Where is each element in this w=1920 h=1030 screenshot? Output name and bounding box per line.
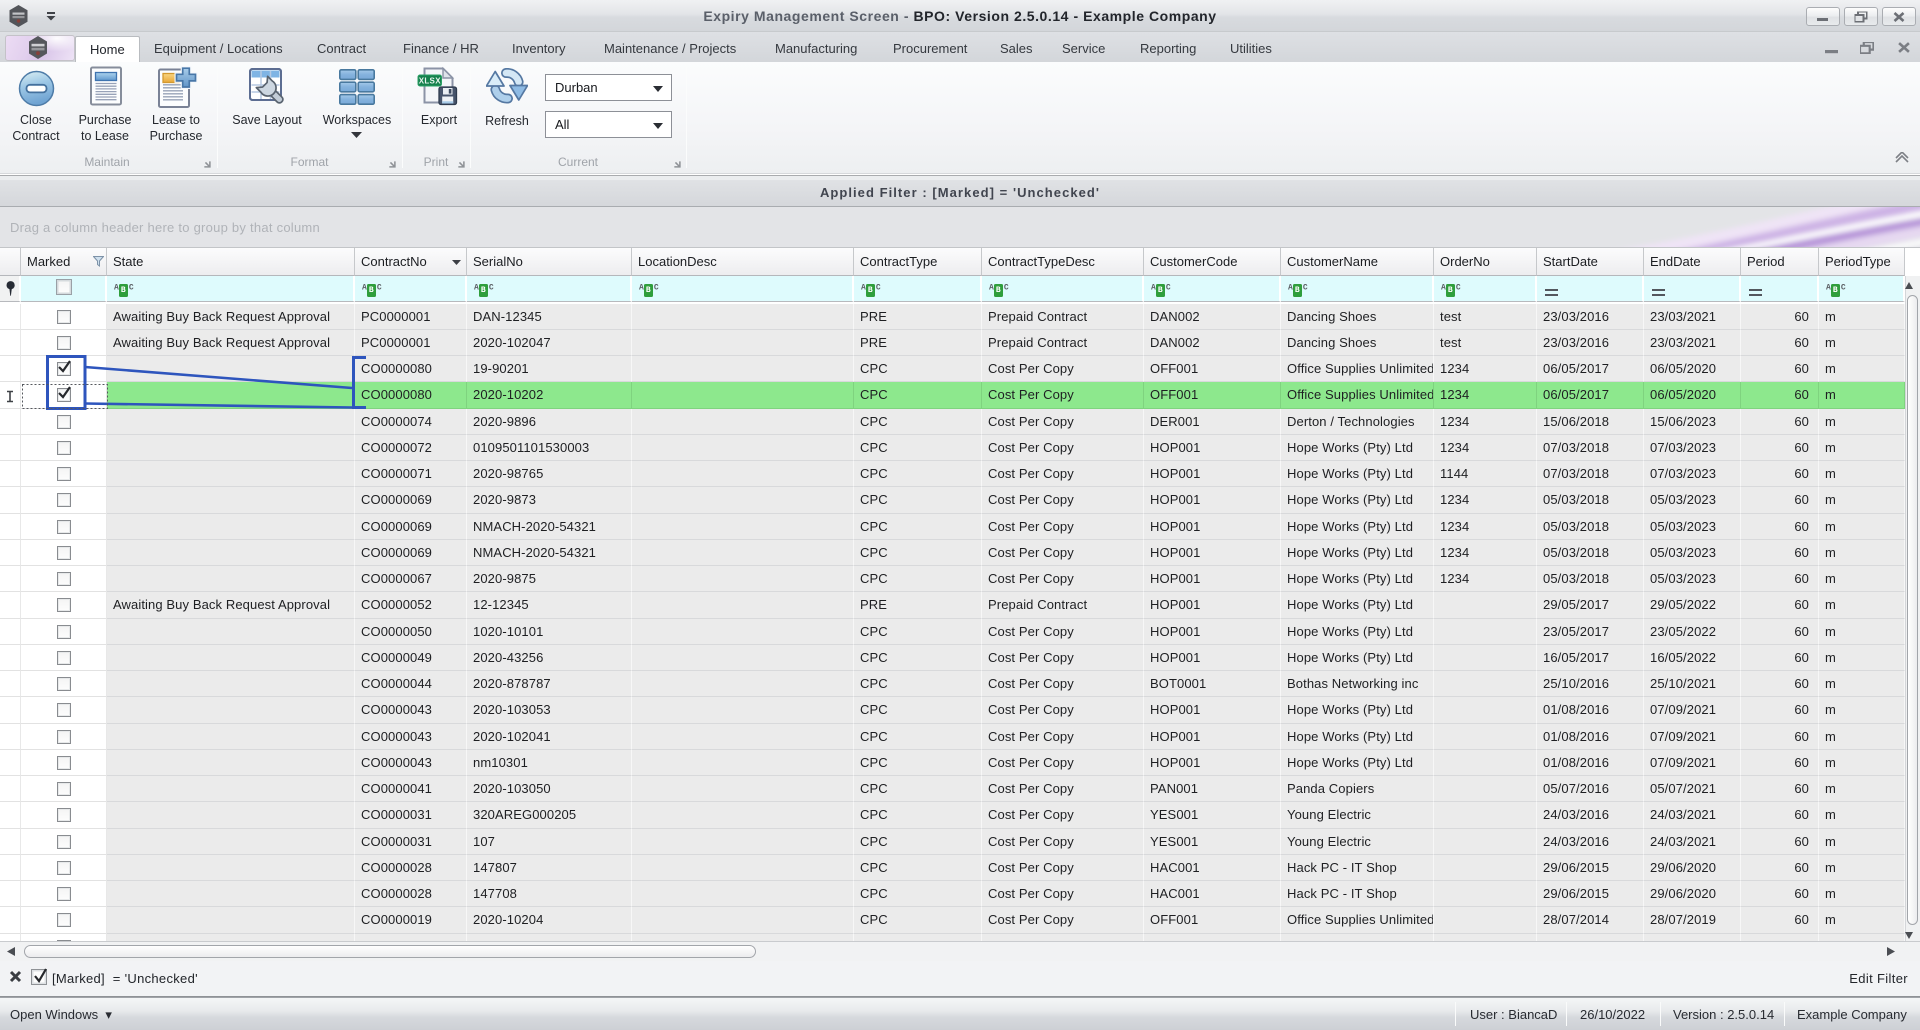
svg-text:XLSX: XLSX (419, 77, 441, 86)
